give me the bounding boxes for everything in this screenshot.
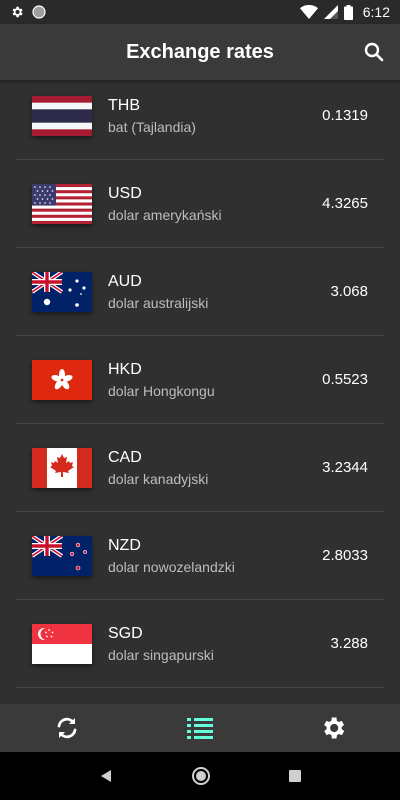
singapore-flag-icon xyxy=(32,624,92,664)
currency-name: dolar amerykański xyxy=(108,207,222,223)
hong-kong-flag-icon xyxy=(32,360,92,400)
settings-status-icon xyxy=(12,6,23,18)
currency-row-usd[interactable]: USD dolar amerykański 4.3265 xyxy=(16,160,384,248)
currency-name: dolar Hongkongu xyxy=(108,383,215,399)
currency-rate: 3.068 xyxy=(330,283,368,300)
currency-rate: 0.5523 xyxy=(322,371,368,388)
currency-rate: 2.8033 xyxy=(322,547,368,564)
currency-row-sgd[interactable]: SGD dolar singapurski 3.288 xyxy=(16,600,384,688)
currency-list[interactable]: THB bat (Tajlandia) 0.1319 USD dolar ame… xyxy=(0,80,400,704)
canada-flag-icon xyxy=(32,448,92,488)
circle-status-icon xyxy=(32,5,46,19)
currency-name: dolar nowozelandzki xyxy=(108,559,235,575)
usa-flag-icon xyxy=(32,184,92,224)
currency-code: AUD xyxy=(108,273,142,290)
currency-row-thb[interactable]: THB bat (Tajlandia) 0.1319 xyxy=(16,80,384,160)
currency-name: bat (Tajlandia) xyxy=(108,119,196,135)
nav-settings-button[interactable] xyxy=(278,704,388,752)
currency-row-aud[interactable]: AUD dolar australijski 3.068 xyxy=(16,248,384,336)
currency-name: dolar australijski xyxy=(108,295,209,311)
currency-row-cad[interactable]: CAD dolar kanadyjski 3.2344 xyxy=(16,424,384,512)
nav-refresh-button[interactable] xyxy=(12,704,122,752)
status-bar: 6:12 xyxy=(0,0,400,24)
refresh-icon xyxy=(57,717,77,739)
search-button[interactable] xyxy=(362,40,386,64)
currency-name: dolar singapurski xyxy=(108,647,214,663)
currency-row-nzd[interactable]: NZD dolar nowozelandzki 2.8033 xyxy=(16,512,384,600)
currency-code: CAD xyxy=(108,449,142,466)
wifi-icon xyxy=(299,5,318,19)
new-zealand-flag-icon xyxy=(32,536,92,576)
currency-code: HKD xyxy=(108,361,142,378)
bottom-navigation xyxy=(0,704,400,752)
currency-row-hkd[interactable]: HKD dolar Hongkongu 0.5523 xyxy=(16,336,384,424)
currency-code: THB xyxy=(108,97,140,114)
battery-icon xyxy=(343,4,353,20)
australia-flag-icon xyxy=(32,272,92,312)
thailand-flag-icon xyxy=(32,96,92,136)
signal-icon xyxy=(323,5,338,19)
nav-list-button[interactable] xyxy=(145,704,255,752)
currency-code: NZD xyxy=(108,537,141,554)
currency-rate: 3.2344 xyxy=(322,459,368,476)
currency-code: SGD xyxy=(108,625,143,642)
back-icon[interactable] xyxy=(98,768,114,784)
currency-rate: 3.288 xyxy=(330,635,368,652)
list-icon xyxy=(186,718,213,739)
status-time: 6:12 xyxy=(362,4,390,20)
app-bar: Exchange rates xyxy=(0,24,400,80)
currency-name: dolar kanadyjski xyxy=(108,471,209,487)
page-title: Exchange rates xyxy=(126,40,274,63)
recents-icon[interactable] xyxy=(288,769,302,783)
currency-rate: 4.3265 xyxy=(322,195,368,212)
settings-icon xyxy=(324,717,345,739)
currency-code: USD xyxy=(108,185,142,202)
currency-rate: 0.1319 xyxy=(322,107,368,124)
search-icon xyxy=(364,42,384,62)
system-navigation-bar xyxy=(0,752,400,800)
home-icon[interactable] xyxy=(191,766,211,786)
